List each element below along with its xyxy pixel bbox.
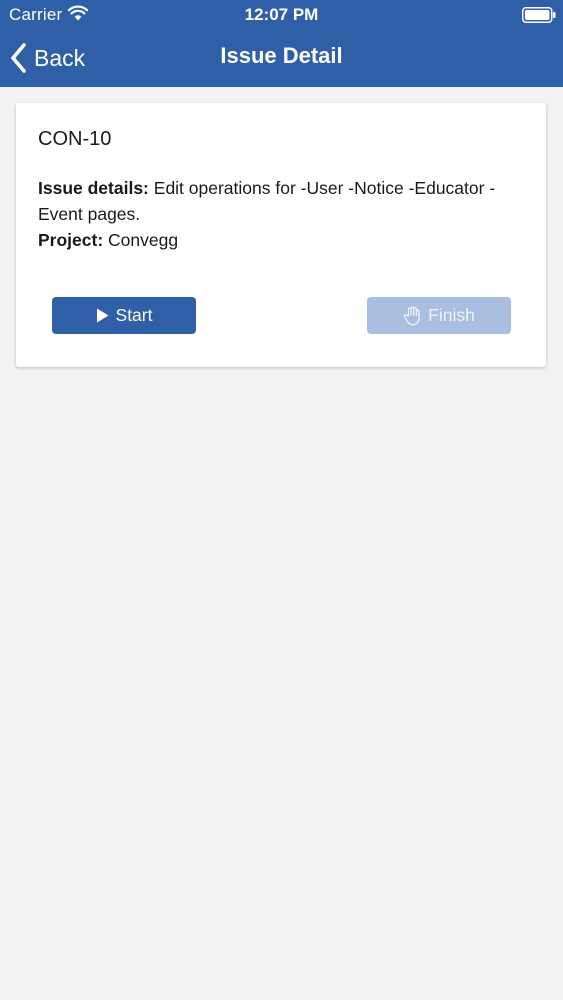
hand-icon <box>403 305 420 325</box>
issue-card: CON-10 Issue details: Edit operations fo… <box>16 103 546 367</box>
issue-body: Issue details: Edit operations for -User… <box>38 175 508 253</box>
page-title: Issue Detail <box>220 43 343 68</box>
start-label: Start <box>115 305 153 325</box>
play-icon <box>96 308 109 323</box>
start-button[interactable]: Start <box>52 297 196 334</box>
issue-key: CON-10 <box>38 128 112 150</box>
issue-details-label: Issue details: <box>38 178 149 198</box>
finish-button[interactable]: Finish <box>367 297 511 334</box>
status-bar: Carrier 12:07 PM <box>0 0 563 30</box>
issue-project-value: Convegg <box>108 230 179 250</box>
battery-icon <box>522 7 556 23</box>
top-bar: Carrier 12:07 PM Back Issue Detail <box>0 0 563 87</box>
issue-details-row: Issue details: Edit operations for -User… <box>38 175 508 227</box>
issue-project-row: Project: Convegg <box>38 227 508 253</box>
issue-project-label: Project: <box>38 230 104 250</box>
navigation-bar: Back Issue Detail <box>0 30 563 87</box>
status-time: 12:07 PM <box>244 5 319 24</box>
finish-label: Finish <box>428 305 475 325</box>
